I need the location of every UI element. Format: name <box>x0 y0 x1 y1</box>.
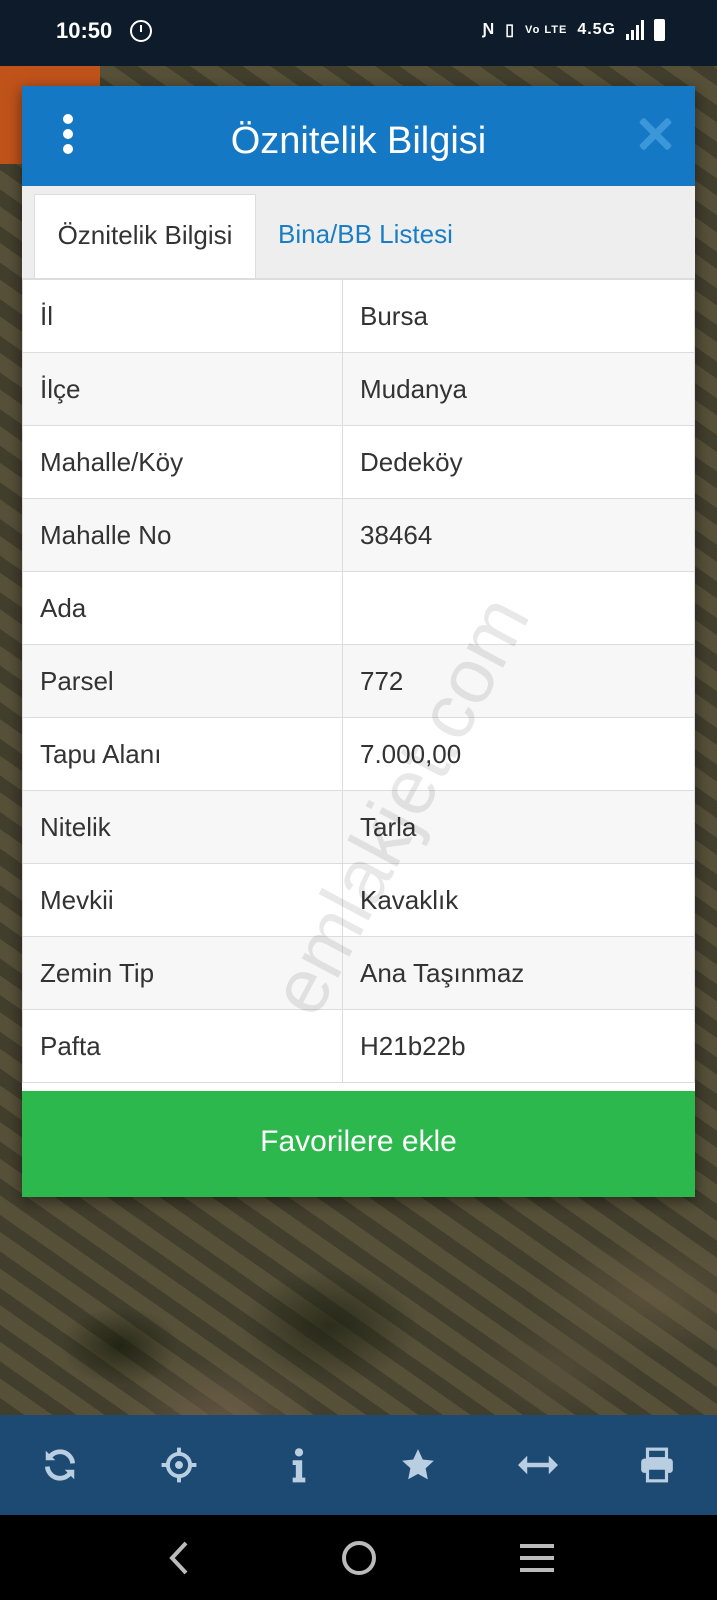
table-row: Mahalle No 38464 <box>22 498 695 572</box>
tab-building-list[interactable]: Bina/BB Listesi <box>278 194 453 274</box>
battery-icon <box>654 19 665 41</box>
row-key: Mahalle/Köy <box>22 425 343 499</box>
attribute-dialog: Öznitelik Bilgisi Öznitelik Bilgisi Bina… <box>22 86 695 1197</box>
row-value: Bursa <box>342 279 695 353</box>
close-icon[interactable] <box>637 116 673 152</box>
tab-bar: Öznitelik Bilgisi Bina/BB Listesi <box>22 186 695 279</box>
row-key: Parsel <box>22 644 343 718</box>
table-row: Mahalle/Köy Dedeköy <box>22 425 695 499</box>
timer-icon <box>130 20 152 42</box>
table-row: Tapu Alanı 7.000,00 <box>22 717 695 791</box>
row-value: Dedeköy <box>342 425 695 499</box>
signal-icon <box>626 20 644 40</box>
nfc-icon: Ɲ <box>482 21 496 38</box>
table-row: Zemin Tip Ana Taşınmaz <box>22 936 695 1010</box>
bottom-toolbar <box>0 1415 717 1515</box>
status-time: 10:50 <box>56 18 113 43</box>
row-value: 772 <box>342 644 695 718</box>
locate-icon[interactable] <box>149 1435 209 1495</box>
table-row: Nitelik Tarla <box>22 790 695 864</box>
row-value: Ana Taşınmaz <box>342 936 695 1010</box>
row-key: Zemin Tip <box>22 936 343 1010</box>
table-row: İl Bursa <box>22 279 695 353</box>
measure-icon[interactable] <box>508 1435 568 1495</box>
row-key: Tapu Alanı <box>22 717 343 791</box>
volte-label: Vo LTE <box>525 24 568 36</box>
info-icon[interactable] <box>269 1435 329 1495</box>
table-row: İlçe Mudanya <box>22 352 695 426</box>
star-icon[interactable] <box>388 1435 448 1495</box>
row-key: Mahalle No <box>22 498 343 572</box>
print-icon[interactable] <box>627 1435 687 1495</box>
row-key: Ada <box>22 571 343 645</box>
back-icon[interactable] <box>156 1533 206 1583</box>
row-value: H21b22b <box>342 1009 695 1083</box>
row-value: 38464 <box>342 498 695 572</box>
row-value: Kavaklık <box>342 863 695 937</box>
row-value: Mudanya <box>342 352 695 426</box>
vibrate-icon: ▯ <box>505 22 516 39</box>
recents-icon[interactable] <box>512 1533 562 1583</box>
dialog-header: Öznitelik Bilgisi <box>22 86 695 186</box>
add-favorite-button[interactable]: Favorilere ekle <box>22 1091 695 1197</box>
refresh-icon[interactable] <box>30 1435 90 1495</box>
table-row: Parsel 772 <box>22 644 695 718</box>
row-key: İlçe <box>22 352 343 426</box>
network-type: 4.5G <box>577 21 616 38</box>
table-row: Ada <box>22 571 695 645</box>
home-icon[interactable] <box>334 1533 384 1583</box>
tab-attribute-info[interactable]: Öznitelik Bilgisi <box>34 194 256 278</box>
dialog-title: Öznitelik Bilgisi <box>230 120 487 162</box>
row-key: Mevkii <box>22 863 343 937</box>
row-key: İl <box>22 279 343 353</box>
row-value: 7.000,00 <box>342 717 695 791</box>
status-bar: 10:50 Ɲ ▯ Vo LTE 4.5G <box>0 0 717 66</box>
row-value <box>342 571 695 645</box>
row-key: Pafta <box>22 1009 343 1083</box>
table-row: Pafta H21b22b <box>22 1009 695 1083</box>
table-row: Mevkii Kavaklık <box>22 863 695 937</box>
system-icons: Ɲ ▯ Vo LTE 4.5G <box>483 19 665 41</box>
row-value: Tarla <box>342 790 695 864</box>
system-navigation-bar <box>0 1515 717 1600</box>
row-key: Nitelik <box>22 790 343 864</box>
attribute-table: İl Bursa İlçe Mudanya Mahalle/Köy Dedeköy M… <box>22 279 695 1083</box>
